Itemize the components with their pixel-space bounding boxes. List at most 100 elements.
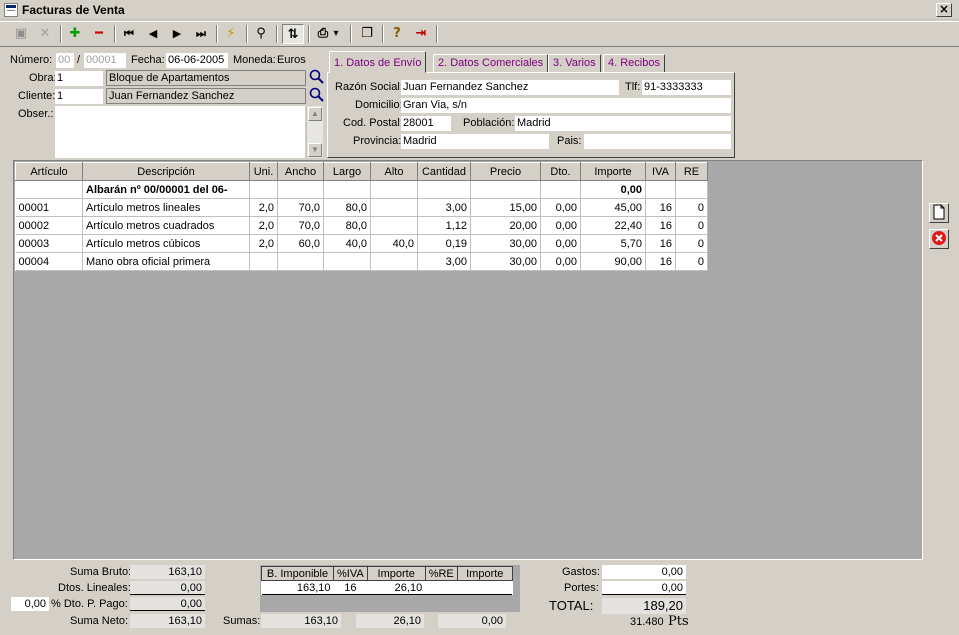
table-cell[interactable]: Artículo metros cuadrados <box>82 216 250 235</box>
table-cell[interactable] <box>645 180 676 199</box>
prev-record-icon[interactable]: ◀ <box>142 24 164 44</box>
table-cell[interactable]: 0 <box>675 198 708 217</box>
table-row[interactable]: Albarán nº 00/00001 del 06- 0,00 <box>15 180 708 199</box>
portes-field[interactable]: 0,00 <box>602 581 686 595</box>
save-icon[interactable]: ▣ <box>10 24 32 44</box>
table-cell[interactable]: 00003 <box>15 234 83 253</box>
table-cell[interactable]: 3,00 <box>417 198 471 217</box>
table-cell[interactable] <box>249 252 278 271</box>
tab-recibos[interactable]: 4. Recibos <box>603 54 665 73</box>
table-cell[interactable]: 0 <box>675 216 708 235</box>
tab-varios[interactable]: 3. Varios <box>548 54 601 73</box>
table-cell[interactable] <box>370 216 418 235</box>
col-dto[interactable]: Dto. <box>540 162 581 181</box>
scroll-up-icon[interactable]: ▲ <box>308 107 322 121</box>
table-cell[interactable]: 2,0 <box>249 234 278 253</box>
provincia-field[interactable]: Madrid <box>401 134 549 149</box>
table-cell[interactable]: 0,00 <box>540 252 581 271</box>
table-cell[interactable]: 3,00 <box>417 252 471 271</box>
table-row[interactable]: 00002 Artículo metros cuadrados 2,0 70,0 80,… <box>15 216 708 235</box>
table-cell[interactable]: 0,00 <box>580 180 646 199</box>
help-icon[interactable]: ? <box>386 24 408 44</box>
table-cell[interactable]: 00004 <box>15 252 83 271</box>
tlf-field[interactable]: 91-3333333 <box>642 80 731 95</box>
search-obra-icon[interactable] <box>309 69 325 85</box>
col-precio[interactable]: Precio <box>470 162 541 181</box>
table-cell[interactable] <box>277 180 324 199</box>
col-importe[interactable]: Importe <box>580 162 646 181</box>
table-cell[interactable]: Artículo metros cúbicos <box>82 234 250 253</box>
table-cell[interactable] <box>249 180 278 199</box>
close-button[interactable]: × <box>936 3 952 17</box>
table-cell[interactable]: 0,00 <box>540 216 581 235</box>
table-cell[interactable] <box>540 180 581 199</box>
numero-serie-field[interactable]: 00 <box>56 53 74 68</box>
add-icon[interactable]: ✚ <box>64 24 86 44</box>
table-cell[interactable]: 0 <box>675 252 708 271</box>
table-cell[interactable] <box>370 252 418 271</box>
table-row[interactable]: 00003 Artículo metros cúbicos 2,0 60,0 40,0 4… <box>15 234 708 253</box>
col-iva[interactable]: IVA <box>645 162 676 181</box>
cod-postal-field[interactable]: 28001 <box>401 116 451 131</box>
obser-textarea[interactable] <box>55 106 305 158</box>
razon-social-field[interactable]: Juan Fernandez Sanchez <box>401 80 619 95</box>
table-cell[interactable]: 0,00 <box>540 198 581 217</box>
first-record-icon[interactable]: ⏮ <box>118 24 140 44</box>
col-ancho[interactable]: Ancho <box>277 162 324 181</box>
col-cantidad[interactable]: Cantidad <box>417 162 471 181</box>
table-cell[interactable] <box>370 198 418 217</box>
table-cell[interactable]: 5,70 <box>580 234 646 253</box>
copy-icon[interactable]: ❐ <box>356 24 378 44</box>
table-cell[interactable]: 20,00 <box>470 216 541 235</box>
tab-datos-envio[interactable]: 1. Datos de Envío <box>329 51 427 73</box>
numero-field[interactable]: 00001 <box>84 53 126 68</box>
table-cell[interactable] <box>370 180 418 199</box>
table-cell[interactable]: 2,0 <box>249 198 278 217</box>
table-cell[interactable]: 16 <box>645 216 676 235</box>
new-document-button[interactable] <box>929 203 949 223</box>
col-descripcion[interactable]: Descripción <box>82 162 250 181</box>
table-cell[interactable]: 1,12 <box>417 216 471 235</box>
table-cell[interactable]: 16 <box>645 234 676 253</box>
lines-grid[interactable]: Artículo Descripción Uni. Ancho Largo Al… <box>13 160 923 560</box>
col-uni[interactable]: Uni. <box>249 162 278 181</box>
obra-code-field[interactable]: 1 <box>55 71 103 86</box>
table-cell[interactable] <box>15 180 83 199</box>
table-row[interactable]: 00001 Artículo metros lineales 2,0 70,0 80,0… <box>15 198 708 217</box>
scroll-down-icon[interactable]: ▼ <box>308 143 322 157</box>
search-cliente-icon[interactable] <box>309 87 325 103</box>
table-cell[interactable]: 40,0 <box>370 234 418 253</box>
table-cell[interactable]: 0,19 <box>417 234 471 253</box>
table-row[interactable]: 00004 Mano obra oficial primera 3,00 30,00 0… <box>15 252 708 271</box>
table-cell[interactable]: Mano obra oficial primera <box>82 252 250 271</box>
table-cell[interactable]: 2,0 <box>249 216 278 235</box>
table-cell[interactable]: 0 <box>675 234 708 253</box>
next-record-icon[interactable]: ▶ <box>166 24 188 44</box>
delete-line-button[interactable] <box>929 229 949 249</box>
col-re[interactable]: RE <box>675 162 708 181</box>
fecha-field[interactable]: 06-06-2005 <box>166 53 228 68</box>
dto-pp-pct-field[interactable]: 0,00 <box>11 597 49 611</box>
sort-icon[interactable]: ⇅ <box>282 24 304 44</box>
cliente-code-field[interactable]: 1 <box>55 89 103 104</box>
table-cell[interactable] <box>277 252 324 271</box>
table-cell[interactable]: 80,0 <box>323 216 371 235</box>
binoculars-icon[interactable]: ⚲ <box>250 24 272 44</box>
gastos-field[interactable]: 0,00 <box>602 565 686 579</box>
cancel-icon[interactable]: ✕ <box>34 24 56 44</box>
table-cell[interactable]: Artículo metros lineales <box>82 198 250 217</box>
table-cell[interactable]: 70,0 <box>277 216 324 235</box>
table-cell[interactable]: 0,00 <box>540 234 581 253</box>
table-cell[interactable]: 70,0 <box>277 198 324 217</box>
table-cell[interactable]: Albarán nº 00/00001 del 06- <box>82 180 250 199</box>
col-alto[interactable]: Alto <box>370 162 418 181</box>
tab-datos-comerciales[interactable]: 2. Datos Comerciales <box>433 54 549 73</box>
table-cell[interactable]: 22,40 <box>580 216 646 235</box>
table-cell[interactable]: 00001 <box>15 198 83 217</box>
exit-icon[interactable]: ⇥ <box>410 24 432 44</box>
table-cell[interactable]: 90,00 <box>580 252 646 271</box>
table-cell[interactable]: 16 <box>645 198 676 217</box>
col-largo[interactable]: Largo <box>323 162 371 181</box>
table-cell[interactable] <box>323 252 371 271</box>
table-cell[interactable]: 00002 <box>15 216 83 235</box>
